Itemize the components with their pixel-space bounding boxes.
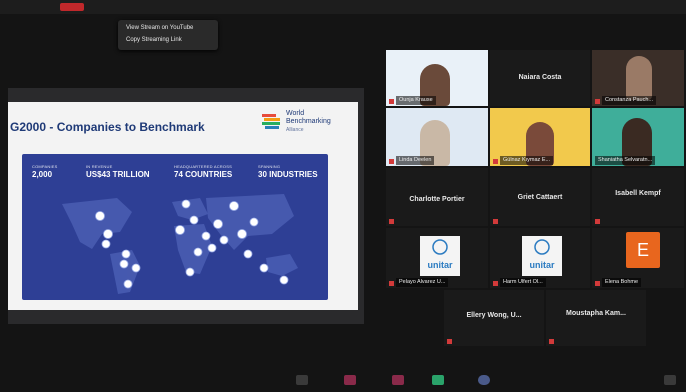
share-screen-icon[interactable] (432, 375, 444, 385)
participant-tile-elena-bohme[interactable]: E Elena Bohme (592, 228, 684, 288)
participant-name: Griet Cattaert (517, 194, 563, 201)
participant-name: Pelayo Alvarez U... (396, 278, 449, 287)
un-emblem-icon (534, 239, 550, 255)
shared-screen: G2000 - Companies to Benchmark World Ben… (8, 88, 364, 324)
participant-name: Linda Deelen (396, 156, 435, 165)
world-map (62, 194, 298, 294)
participant-name: Gülnaz Kıymaz E... (500, 156, 554, 165)
unitar-logo: unitar (420, 236, 460, 276)
unitar-text: unitar (427, 260, 453, 270)
participant-tile-isabell-kempf[interactable]: Isabell Kempf (592, 168, 684, 226)
mic-muted-icon (595, 281, 600, 286)
mic-muted-icon (595, 219, 600, 224)
participant-tile-charlotte-portier[interactable]: Charlotte Portier (386, 168, 488, 226)
participant-tile-shaniatha[interactable]: Shaniatha Selvaratn... (592, 108, 684, 166)
world-map-panel: COMPANIES 2,000 IN REVENUE US$43 TRILLIO… (22, 154, 328, 300)
menu-item-copy-link[interactable]: Copy Streaming Link (126, 37, 182, 43)
participant-name: Constanza Pauch... (602, 96, 657, 105)
chat-icon[interactable] (344, 375, 356, 385)
mic-muted-icon (493, 281, 498, 286)
participant-name: Charlotte Portier (409, 196, 465, 203)
menu-item-view-stream[interactable]: View Stream on YouTube (126, 25, 193, 31)
recording-indicator[interactable] (60, 3, 84, 11)
zoom-toolbar (0, 370, 686, 392)
mic-muted-icon (493, 219, 498, 224)
participant-name: Elena Bohme (602, 278, 642, 287)
participant-tile-griet-cattaert[interactable]: Griet Cattaert (490, 168, 590, 226)
participant-name: Harm Ulfert Ol... (500, 278, 546, 287)
participant-name: Isabell Kempf (615, 190, 661, 197)
mic-muted-icon (389, 281, 394, 286)
participant-tile-moustapha[interactable]: Moustapha Kam... (546, 290, 646, 346)
wba-logo-line-3: Alliance (286, 127, 304, 133)
unitar-text: unitar (529, 260, 555, 270)
participant-tile-gulnaz[interactable]: Gülnaz Kıymaz E... (490, 108, 590, 166)
participant-name: Naiara Costa (518, 74, 562, 81)
mic-muted-icon (493, 159, 498, 164)
wba-logo-icon (262, 114, 280, 129)
participants-icon[interactable] (296, 375, 308, 385)
zoom-top-bar (0, 0, 686, 14)
mic-muted-icon (389, 159, 394, 164)
wba-logo: World Benchmarking Alliance (262, 110, 338, 136)
participant-tile-ounja-krause[interactable]: Ounja Krause (386, 50, 488, 106)
participant-tile-harm-ulfert[interactable]: unitar Harm Ulfert Ol... (490, 228, 590, 288)
participant-tile-ellery-wong[interactable]: Ellery Wong, U... (444, 290, 544, 346)
live-stream-menu: View Stream on YouTube Copy Streaming Li… (118, 20, 218, 50)
participant-tile-constanza[interactable]: Constanza Pauch... (592, 50, 684, 106)
mic-muted-icon (549, 339, 554, 344)
presentation-slide: G2000 - Companies to Benchmark World Ben… (8, 102, 358, 310)
unitar-logo: unitar (522, 236, 562, 276)
participant-name: Ellery Wong, U... (466, 312, 522, 319)
mic-muted-icon (389, 219, 394, 224)
mic-muted-icon (595, 99, 600, 104)
participant-tile-pelayo-alvarez[interactable]: unitar Pelayo Alvarez U... (386, 228, 488, 288)
un-emblem-icon (432, 239, 448, 255)
participant-name: Ounja Krause (396, 96, 436, 105)
mic-muted-icon (447, 339, 452, 344)
avatar-initial: E (626, 232, 660, 268)
wba-logo-line-2: Benchmarking (286, 118, 331, 125)
reactions-icon[interactable] (392, 375, 404, 385)
slide-title: G2000 - Companies to Benchmark (10, 120, 205, 134)
wba-logo-line-1: World (286, 110, 305, 117)
participant-tile-linda-deelen[interactable]: Linda Deelen (386, 108, 488, 166)
participant-name: Moustapha Kam... (566, 310, 626, 317)
participant-name: Shaniatha Selvaratn... (595, 156, 656, 165)
record-icon[interactable] (478, 375, 490, 385)
more-icon[interactable] (664, 375, 676, 385)
participant-video (626, 56, 652, 100)
mic-muted-icon (389, 99, 394, 104)
participant-tile-naiara-costa[interactable]: Naiara Costa (490, 50, 590, 106)
